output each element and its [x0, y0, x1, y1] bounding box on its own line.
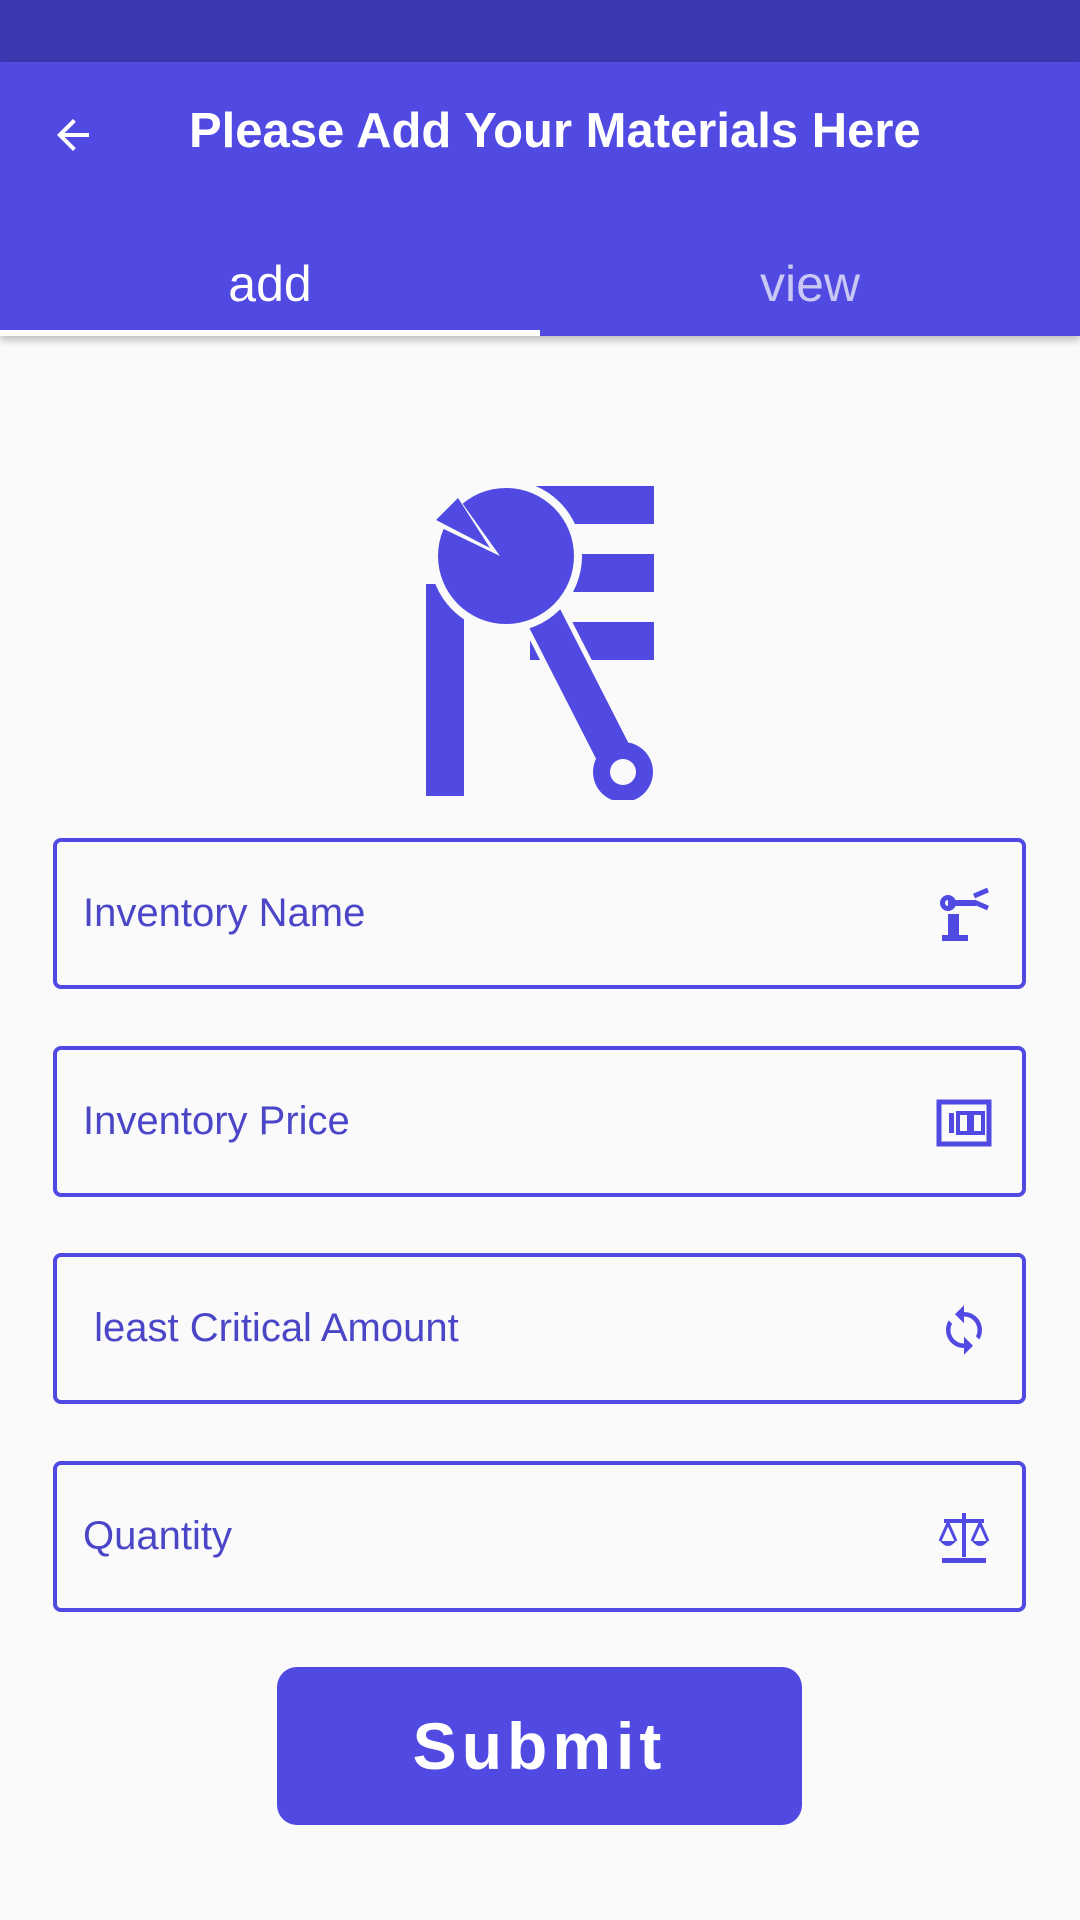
page-title: Please Add Your Materials Here [189, 104, 921, 158]
least-critical-amount-input[interactable] [83, 1257, 923, 1400]
status-bar [0, 0, 1080, 62]
inventory-price-input[interactable] [83, 1050, 923, 1193]
tab-indicator [0, 330, 540, 336]
app-bar: Please Add Your Materials Here add view [0, 62, 1080, 336]
submit-button[interactable]: Submit [277, 1667, 802, 1825]
refresh-icon [946, 1305, 982, 1355]
inventory-name-input[interactable] [83, 842, 923, 985]
money-100-icon [936, 1099, 992, 1147]
scale-icon [938, 1513, 990, 1563]
least-critical-amount-field[interactable] [53, 1253, 1026, 1404]
quantity-field[interactable] [53, 1461, 1026, 1612]
quantity-input[interactable] [83, 1465, 923, 1608]
robot-arm-icon [940, 888, 989, 941]
tab-add[interactable]: add [0, 232, 540, 336]
tab-add-label: add [228, 256, 312, 312]
inventory-price-field[interactable] [53, 1046, 1026, 1197]
wrench-logo-icon [425, 480, 654, 800]
tab-view[interactable]: view [540, 232, 1080, 336]
inventory-name-field[interactable] [53, 838, 1026, 989]
tab-view-label: view [759, 256, 861, 312]
back-button[interactable] [38, 100, 108, 170]
arrow-left-icon [57, 119, 89, 151]
